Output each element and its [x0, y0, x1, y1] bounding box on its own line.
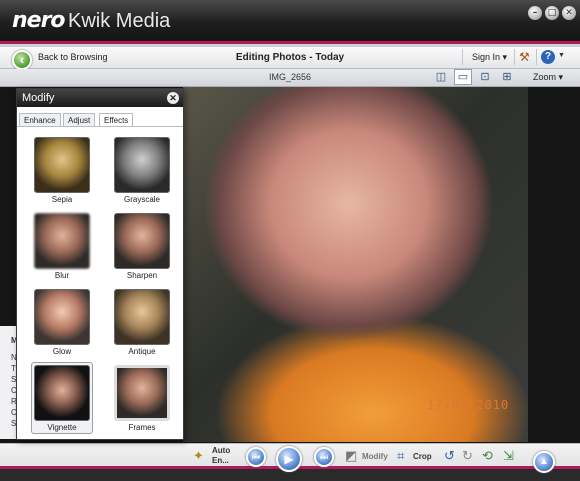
tab-enhance[interactable]: Enhance — [19, 113, 61, 127]
effect-thumbnail — [114, 137, 170, 193]
effect-label: Sepia — [51, 195, 73, 204]
modify-button[interactable]: Modify — [362, 452, 388, 461]
effect-thumbnail — [114, 365, 170, 421]
effect-thumbnail — [34, 137, 90, 193]
effect-sharpen[interactable]: Sharpen — [111, 213, 173, 281]
effect-label: Grayscale — [123, 195, 160, 204]
export-icon[interactable]: ⟲ — [482, 448, 493, 464]
zoom-dropdown[interactable]: Zoom ▾ — [533, 72, 563, 83]
play-icon[interactable]: ▶ — [276, 446, 302, 472]
rotate-right-icon[interactable]: ↻ — [462, 448, 473, 464]
crop-button[interactable]: Crop — [413, 452, 432, 461]
zoom-label: Zoom — [533, 72, 557, 82]
modify-panel-title: Modify — [22, 92, 55, 104]
previous-icon[interactable]: ⏮ — [246, 447, 266, 467]
crop-icon[interactable]: ⌗ — [397, 448, 404, 464]
close-panel-icon[interactable]: ✕ — [167, 92, 179, 104]
tab-adjust[interactable]: Adjust — [63, 113, 96, 127]
effect-blur[interactable]: Blur — [31, 213, 93, 281]
effect-label: Glow — [52, 347, 72, 356]
photo-date-stamp: 17/05/2010 — [427, 398, 510, 412]
effect-label: Vignette — [47, 423, 77, 432]
effect-sepia[interactable]: Sepia — [31, 137, 93, 205]
divider — [514, 49, 515, 65]
divider — [462, 49, 463, 65]
sign-in-button[interactable]: Sign In ▾ — [472, 52, 507, 63]
effect-thumbnail — [114, 213, 170, 269]
effect-thumbnail — [114, 289, 170, 345]
effect-label: Blur — [54, 271, 70, 280]
effect-label: Antique — [128, 347, 156, 356]
effect-antique[interactable]: Antique — [111, 289, 173, 357]
effect-label: Frames — [128, 423, 156, 432]
minimize-icon[interactable]: – — [528, 6, 542, 20]
close-icon[interactable]: ✕ — [562, 6, 576, 20]
app-logo: nero — [12, 8, 66, 33]
auto-enhance-button[interactable]: Auto En... — [212, 446, 234, 466]
next-icon[interactable]: ⏭ — [314, 447, 334, 467]
share-icon[interactable]: ⇲ — [503, 448, 514, 464]
modify-panel: Modify ✕ Enhance Adjust Effects Sepia Gr… — [16, 88, 184, 440]
effect-thumbnail — [34, 289, 90, 345]
app-title: Kwik Media — [68, 10, 171, 32]
sign-in-label: Sign In — [472, 52, 501, 62]
actual-size-icon[interactable]: ⊡ — [476, 69, 494, 85]
modify-icon[interactable]: ◩ — [345, 448, 357, 464]
wand-icon[interactable]: ✦ — [193, 448, 204, 464]
effect-frames[interactable]: Frames — [111, 365, 173, 433]
tab-effects[interactable]: Effects — [99, 113, 134, 127]
upload-icon[interactable]: ▲ — [533, 451, 555, 473]
effect-label: Sharpen — [126, 271, 158, 280]
effect-glow[interactable]: Glow — [31, 289, 93, 357]
split-view-icon[interactable]: ◫ — [432, 69, 450, 85]
effect-grayscale[interactable]: Grayscale — [111, 137, 173, 205]
modify-panel-header: Modify — [17, 89, 183, 107]
tools-icon[interactable]: ⚒ — [519, 50, 530, 64]
effect-vignette[interactable]: Vignette — [31, 362, 93, 434]
single-view-icon[interactable]: ▭ — [454, 69, 472, 85]
help-icon[interactable]: ? — [541, 50, 555, 64]
chevron-down-icon[interactable]: ▼ — [558, 52, 565, 59]
photo-image — [183, 87, 528, 442]
tab-divider — [17, 126, 183, 127]
rotate-left-icon[interactable]: ↺ — [444, 448, 455, 464]
divider — [536, 49, 537, 65]
maximize-icon[interactable]: □ — [545, 6, 559, 20]
effect-thumbnail — [34, 213, 90, 269]
fit-view-icon[interactable]: ⊞ — [498, 69, 516, 85]
effect-thumbnail — [34, 365, 90, 421]
title-bar: nero Kwik Media – □ ✕ — [0, 0, 580, 44]
